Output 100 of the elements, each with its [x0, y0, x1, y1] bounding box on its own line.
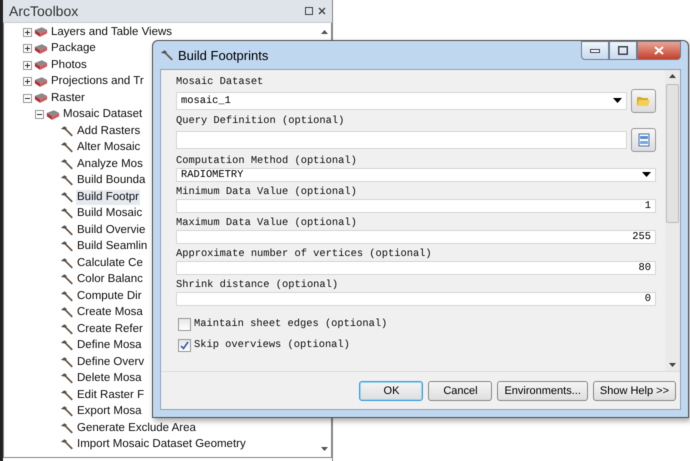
tree-item[interactable]: Layers and Table Views — [50, 24, 174, 40]
hammer-icon — [60, 256, 74, 270]
hammer-icon — [60, 207, 74, 220]
input-field[interactable]: 80 — [176, 261, 656, 275]
tree-item[interactable]: Define Mosa — [76, 338, 143, 354]
tree-item[interactable]: Build Overvie — [76, 222, 146, 238]
input-field[interactable] — [176, 131, 627, 149]
hammer-icon — [60, 174, 74, 188]
toolbox-icon — [34, 59, 48, 72]
scroll-down-icon[interactable] — [669, 363, 676, 367]
dialog-button[interactable]: Show Help >> — [592, 380, 676, 400]
tree-item[interactable]: Mosaic Dataset — [62, 107, 144, 122]
hammer-icon — [60, 273, 74, 286]
tree-item[interactable]: Build Seamlin — [76, 239, 148, 254]
tree-item[interactable]: Color Balanc — [76, 272, 144, 288]
close-icon[interactable] — [318, 7, 326, 15]
browse-button[interactable] — [631, 89, 656, 113]
collapse-icon[interactable] — [35, 110, 44, 120]
hammer-icon — [60, 124, 74, 138]
toolbox-icon — [34, 26, 48, 38]
maximize-button[interactable] — [609, 41, 637, 60]
input-field[interactable]: 0 — [176, 292, 656, 306]
panel-title: ArcToolbox — [9, 3, 78, 19]
toolbox-icon — [34, 76, 48, 88]
dataset-combo-field[interactable]: mosaic_1 — [176, 92, 627, 110]
hammer-icon — [60, 356, 74, 369]
hammer-icon — [60, 372, 74, 386]
folder-icon — [636, 95, 651, 107]
hammer-icon — [60, 290, 74, 303]
method-dropdown[interactable]: RADIOMETRY — [176, 168, 656, 182]
tree-item[interactable]: Delete Mosa — [76, 371, 143, 386]
expand-icon[interactable] — [23, 28, 32, 37]
close-icon — [654, 46, 664, 55]
tree-item[interactable]: Alter Mosaic — [76, 140, 142, 156]
hammer-icon — [60, 224, 74, 237]
dialog-button[interactable]: OK — [359, 380, 424, 400]
tree-item[interactable]: Build Mosaic — [76, 206, 144, 222]
checkbox[interactable] — [178, 318, 191, 331]
tree-item[interactable]: Build Footpr — [76, 190, 140, 205]
hammer-icon — [60, 141, 74, 154]
hammer-icon — [60, 240, 74, 254]
maximize-icon[interactable] — [305, 7, 313, 15]
toolbox-icon — [46, 108, 60, 121]
hammer-icon — [60, 388, 74, 402]
scrollbar[interactable] — [665, 70, 680, 371]
scroll-down-icon[interactable] — [320, 447, 328, 451]
toolbox-icon — [34, 42, 48, 55]
hammer-icon — [60, 339, 74, 352]
hammer-icon — [60, 405, 74, 418]
hammer-icon — [60, 422, 74, 435]
field-label: Query Definition (optional) — [176, 115, 346, 128]
tree-item[interactable]: Generate Exclude Area — [76, 420, 197, 436]
tree-item[interactable]: Build Bounda — [76, 173, 146, 188]
collapse-icon[interactable] — [23, 94, 32, 103]
input-field[interactable]: 1 — [176, 199, 656, 213]
tree-item[interactable]: Define Overv — [76, 354, 146, 370]
field-label: Computation Method (optional) — [176, 155, 358, 168]
scroll-up-icon[interactable] — [669, 74, 676, 78]
tree-item[interactable]: Create Mosa — [76, 305, 144, 320]
sql-icon — [638, 133, 650, 147]
toolbox-icon — [34, 92, 48, 104]
tree-item[interactable]: Package — [50, 41, 97, 56]
hammer-icon — [60, 190, 74, 204]
expand-icon[interactable] — [23, 77, 32, 86]
expand-icon[interactable] — [23, 60, 32, 70]
scroll-up-icon[interactable] — [320, 30, 328, 34]
minimize-button[interactable] — [581, 41, 609, 60]
hammer-icon — [60, 438, 74, 452]
maximize-icon — [618, 46, 628, 55]
checkbox-label: Maintain sheet edges (optional) — [194, 318, 388, 331]
caret-icon[interactable] — [642, 172, 651, 178]
caret-icon[interactable] — [613, 98, 622, 104]
tree-item[interactable]: Create Refer — [76, 322, 144, 337]
hammer-icon — [60, 322, 74, 336]
hammer-icon — [60, 306, 74, 320]
tree-item[interactable]: Add Rasters — [76, 124, 142, 139]
expand-icon[interactable] — [23, 44, 32, 54]
tree-item[interactable]: Import Mosaic Dataset Geometry — [76, 437, 247, 452]
field-label: Approximate number of vertices (optional) — [176, 248, 433, 261]
tree-item[interactable]: Compute Dir — [76, 288, 143, 304]
close-button[interactable] — [637, 41, 681, 60]
dialog-button[interactable]: Cancel — [428, 380, 492, 400]
tree-item[interactable]: Analyze Mos — [76, 156, 144, 172]
tree-item[interactable]: Calculate Ce — [76, 256, 144, 271]
field-label: Minimum Data Value (optional) — [176, 186, 358, 199]
input-field[interactable]: 255 — [176, 230, 656, 244]
field-label: Shrink distance (optional) — [176, 279, 340, 292]
dialog-title: Build Footprints — [178, 48, 268, 62]
dialog-button[interactable]: Environments... — [497, 380, 588, 400]
tree-item[interactable]: Raster — [50, 90, 86, 106]
hammer-icon — [160, 48, 174, 62]
hammer-icon — [60, 158, 74, 171]
tree-item[interactable]: Photos — [50, 58, 88, 73]
tree-item[interactable]: Export Mosa — [76, 404, 143, 420]
tree-item[interactable]: Edit Raster F — [76, 388, 146, 403]
checkbox[interactable] — [178, 339, 191, 352]
field-label: Maximum Data Value (optional) — [176, 217, 358, 230]
tree-item[interactable]: Projections and Tr — [50, 74, 145, 90]
sql-button[interactable] — [631, 128, 656, 152]
field-label: Mosaic Dataset — [176, 76, 264, 89]
